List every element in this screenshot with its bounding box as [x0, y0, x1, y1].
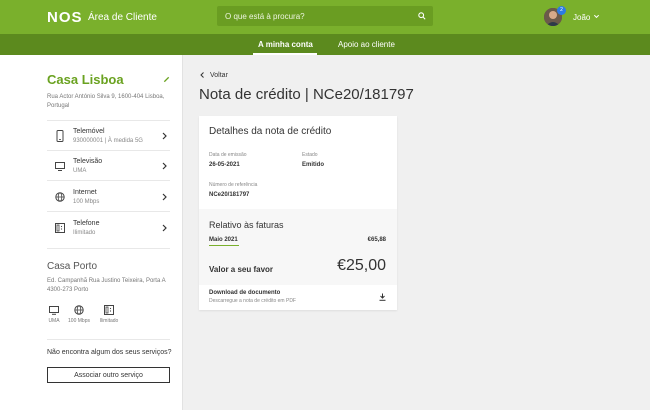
divider: [47, 120, 170, 121]
invoice-amount: €65,88: [367, 237, 386, 243]
main-nav: A minha conta Apoio ao cliente: [0, 34, 650, 55]
phone-icon: [56, 130, 64, 142]
username[interactable]: João: [573, 13, 590, 22]
tab-a-minha-conta[interactable]: A minha conta: [258, 40, 313, 49]
mini-service-telefone[interactable]: Ilimitado: [96, 305, 122, 324]
service-name: Telemóvel: [73, 128, 105, 135]
mini-service-label: Ilimitado: [99, 318, 119, 324]
favor-label: Valor a seu favor: [209, 265, 274, 274]
divider: [47, 150, 170, 151]
download-title[interactable]: Download de documento: [209, 290, 280, 296]
chevron-right-icon: [162, 132, 167, 140]
divider: [47, 180, 170, 181]
missing-services-question: Não encontra algum dos seus serviços?: [47, 349, 172, 356]
portal-name: Área de Cliente: [88, 12, 157, 23]
service-item-telefone[interactable]: Telefone Ilimitado: [47, 217, 170, 247]
invoice-link[interactable]: Maio 2021: [209, 237, 238, 243]
notification-badge: 2: [557, 6, 566, 15]
chevron-down-icon[interactable]: [593, 13, 600, 20]
credit-note-card: Detalhes da nota de crédito Data de emis…: [199, 116, 397, 310]
globe-icon: [74, 305, 84, 315]
place2-address: Ed. Campanhã Rua Justino Teixeira, Porta…: [47, 278, 166, 293]
service-name: Telefone: [73, 220, 100, 227]
reference-value: NCe20/181797: [209, 192, 250, 198]
service-detail: UMA: [73, 168, 87, 174]
service-detail: 930000001 | À medida 5G: [73, 138, 143, 144]
service-name: Internet: [73, 189, 97, 196]
service-name: Televisão: [73, 158, 103, 165]
divider: [47, 339, 170, 340]
active-tab-indicator: [253, 53, 317, 55]
page-title: Nota de crédito | NCe20/181797: [199, 86, 414, 103]
top-header: NOS Área de Cliente 2 João: [0, 0, 650, 34]
mini-service-internet[interactable]: 100 Mbps: [66, 305, 92, 324]
service-detail: Ilimitado: [73, 230, 96, 236]
landline-icon: [104, 305, 114, 315]
invoice-link-underline: [209, 245, 239, 246]
chevron-right-icon: [162, 162, 167, 170]
search-icon[interactable]: [418, 12, 426, 20]
related-invoices-title: Relativo às faturas: [209, 220, 284, 230]
mini-service-label: UMA: [48, 318, 60, 324]
place2-title[interactable]: Casa Porto: [47, 261, 97, 272]
chevron-right-icon: [162, 193, 167, 201]
associate-service-button[interactable]: Associar outro serviço: [47, 367, 170, 383]
download-subtitle: Descarregue a nota de crédito em PDF: [209, 298, 296, 304]
status-label: Estado: [302, 152, 318, 158]
mini-service-label: 100 Mbps: [68, 318, 90, 324]
place-address: Rua Actor António Silva 9, 1600-404 Lisb…: [47, 94, 165, 109]
divider: [47, 248, 170, 249]
back-label: Voltar: [210, 72, 228, 79]
search-input[interactable]: [225, 10, 405, 22]
status-value: Emitido: [302, 162, 324, 168]
download-icon[interactable]: [379, 293, 386, 301]
reference-label: Número de referência: [209, 182, 258, 188]
globe-icon: [55, 192, 65, 202]
tab-apoio-ao-cliente[interactable]: Apoio ao cliente: [338, 40, 395, 49]
edit-icon[interactable]: [163, 76, 170, 83]
divider: [47, 211, 170, 212]
favor-amount: €25,00: [337, 257, 386, 274]
service-detail: 100 Mbps: [73, 199, 100, 205]
nos-logo[interactable]: NOS: [47, 9, 83, 26]
chevron-left-icon: [200, 72, 204, 78]
mini-service-tv[interactable]: UMA: [41, 305, 67, 324]
card-title: Detalhes da nota de crédito: [209, 126, 332, 137]
back-link[interactable]: Voltar: [200, 72, 228, 79]
chevron-right-icon: [162, 224, 167, 232]
emission-date-label: Data de emissão: [209, 152, 247, 158]
tv-icon: [55, 162, 65, 171]
place-title: Casa Lisboa: [47, 72, 124, 87]
landline-icon: [55, 223, 65, 233]
search-bar[interactable]: [217, 6, 433, 26]
emission-date-value: 26-05-2021: [209, 162, 240, 168]
tv-icon: [49, 306, 59, 315]
